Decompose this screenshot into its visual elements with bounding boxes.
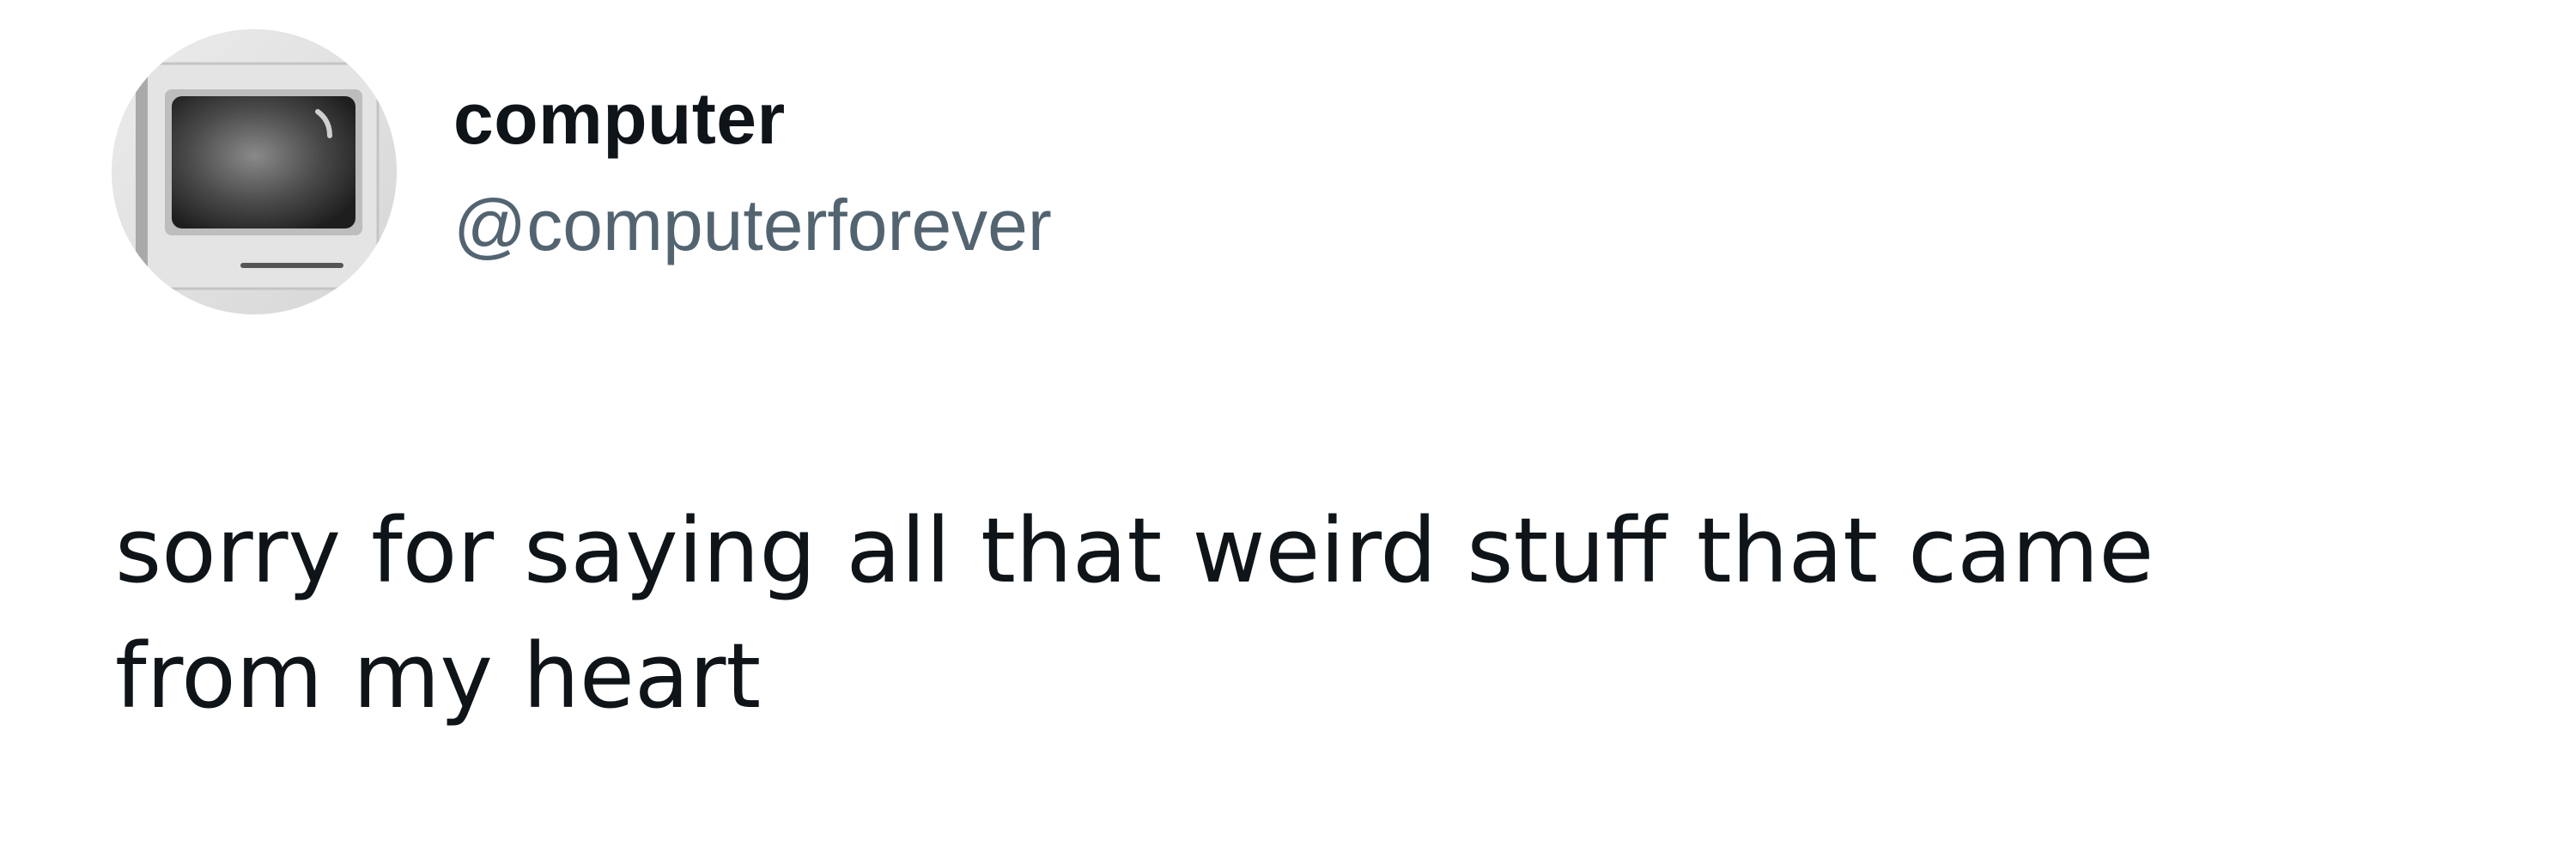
avatar[interactable] xyxy=(112,29,397,314)
author-handle[interactable]: @computerforever xyxy=(453,182,1052,268)
tweet-text: sorry for saying all that weird stuff th… xyxy=(115,498,2154,728)
tweet-card: computer @computerforever sorry for sayi… xyxy=(0,0,2576,859)
author-names: computer @computerforever xyxy=(453,76,1052,268)
author-display-name[interactable]: computer xyxy=(453,76,1052,161)
tweet-header: computer @computerforever xyxy=(112,29,1052,314)
computer-monitor-icon xyxy=(112,29,397,314)
